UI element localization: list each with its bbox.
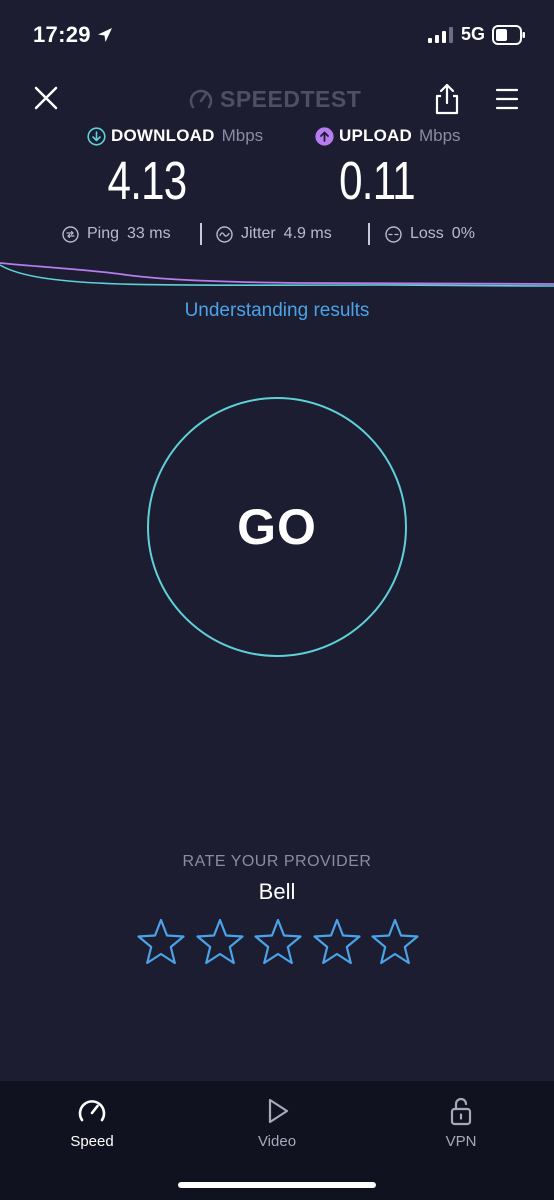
star-icon[interactable] [195, 917, 245, 967]
speedtest-screen: 17:29 5G SPEEDTEST DOWNLOAD Mbps UPLOAD … [0, 0, 554, 1200]
upload-graph-line [0, 262, 554, 285]
app-title-text: SPEEDTEST [220, 85, 362, 112]
ping-icon [62, 225, 79, 243]
go-label: GO [237, 499, 317, 555]
stat-divider [200, 223, 202, 245]
tab-speed-label: Speed [70, 1133, 114, 1150]
loss-icon [385, 225, 402, 243]
tab-video-label: Video [257, 1133, 297, 1150]
status-time: 17:29 [33, 22, 91, 47]
star-icon[interactable] [312, 917, 362, 967]
jitter-stat: Jitter 4.9 ms [216, 221, 332, 247]
provider-name: Bell [258, 879, 296, 904]
loss-value: 0% [451, 225, 475, 242]
star-rating [136, 917, 420, 967]
loss-label: Loss [410, 225, 444, 242]
home-indicator [178, 1182, 376, 1188]
speed-history-graph [0, 262, 554, 287]
tab-speed[interactable]: Speed [32, 1095, 152, 1151]
ping-stat: Ping 33 ms [62, 221, 171, 247]
upload-value: 0.11 [339, 151, 416, 211]
tab-video[interactable]: Video [217, 1095, 337, 1151]
status-bar: 17:29 5G [0, 0, 554, 70]
upload-label: UPLOAD [339, 126, 412, 145]
menu-icon[interactable] [494, 86, 520, 112]
app-title: SPEEDTEST [188, 84, 361, 114]
understanding-results-link[interactable]: Understanding results [0, 300, 554, 322]
download-value: 4.13 [107, 151, 188, 211]
download-arrow-icon [87, 126, 106, 146]
network-type: 5G [461, 24, 486, 44]
jitter-label: Jitter [241, 225, 276, 242]
upload-arrow-icon [315, 126, 334, 146]
location-arrow-icon [98, 28, 112, 42]
loss-stat: Loss 0% [385, 221, 475, 247]
upload-unit: Mbps [418, 126, 461, 145]
jitter-value: 4.9 ms [283, 225, 332, 242]
share-icon[interactable] [432, 82, 462, 116]
cellular-signal-icon [428, 27, 453, 43]
stat-divider [368, 223, 370, 245]
star-icon[interactable] [370, 917, 420, 967]
download-header: DOWNLOAD Mbps [87, 126, 263, 146]
ping-label: Ping [87, 225, 120, 242]
battery-icon [492, 25, 525, 45]
star-icon[interactable] [136, 917, 186, 967]
jitter-icon [216, 225, 233, 243]
close-icon[interactable] [30, 82, 62, 114]
speedometer-logo-icon [189, 89, 213, 109]
speedometer-icon [78, 1100, 106, 1122]
rate-provider-title: RATE YOUR PROVIDER [182, 853, 372, 870]
download-unit: Mbps [221, 126, 264, 145]
lock-icon [450, 1097, 472, 1126]
star-icon[interactable] [253, 917, 303, 967]
ping-value: 33 ms [127, 225, 171, 242]
tab-vpn-label: VPN [445, 1133, 477, 1150]
play-icon [268, 1098, 289, 1124]
go-button[interactable]: GO [147, 397, 407, 657]
upload-header: UPLOAD Mbps [315, 126, 461, 146]
tab-vpn[interactable]: VPN [401, 1095, 521, 1151]
stats-row: Ping 33 ms Jitter 4.9 ms Loss 0% [0, 221, 554, 247]
download-label: DOWNLOAD [111, 126, 215, 145]
